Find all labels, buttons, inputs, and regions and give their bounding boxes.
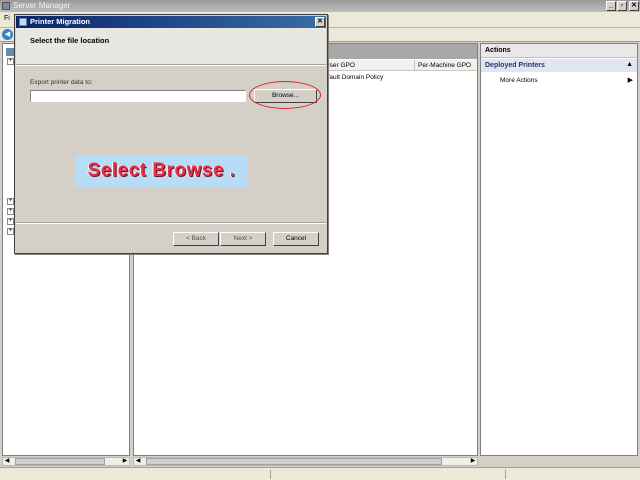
server-node-icon: [6, 48, 14, 56]
column-per-machine-gpo[interactable]: Per-Machine GPO: [418, 61, 471, 70]
window-titlebar: Server Manager _ ▫ ✕: [0, 0, 640, 12]
export-path-input[interactable]: [30, 90, 246, 102]
window-title: Server Manager: [13, 1, 71, 10]
divider: [16, 64, 326, 66]
minimize-button[interactable]: _: [606, 1, 616, 11]
actions-title: Actions: [485, 47, 511, 54]
highlight-ring: [249, 81, 321, 109]
scroll-left-icon[interactable]: ◀: [134, 458, 142, 465]
deployed-printers-section[interactable]: Deployed Printers ▲: [481, 59, 637, 72]
table-row[interactable]: efault Domain Policy: [324, 74, 383, 81]
status-divider: [270, 470, 271, 479]
instruction-callout: Select Browse .: [75, 155, 248, 187]
tree-expand-icon[interactable]: +: [7, 208, 14, 215]
next-button[interactable]: Next >: [220, 232, 266, 246]
results-scrollbar[interactable]: ◀ ▶: [133, 457, 478, 466]
more-actions-link[interactable]: More Actions: [500, 77, 538, 84]
tree-expand-icon[interactable]: +: [7, 198, 14, 205]
tree-expand-icon[interactable]: +: [7, 228, 14, 235]
status-divider: [505, 470, 506, 479]
back-button[interactable]: < Back: [173, 232, 219, 246]
actions-header: Actions: [481, 44, 637, 58]
cancel-button[interactable]: Cancel: [273, 232, 319, 246]
server-manager-icon: [2, 2, 10, 10]
maximize-button[interactable]: ▫: [617, 1, 627, 11]
tree-expand-icon[interactable]: +: [7, 218, 14, 225]
collapse-caret-icon[interactable]: ▲: [626, 61, 633, 68]
dialog-titlebar: Printer Migration ✕: [16, 16, 326, 28]
submenu-arrow-icon: ▶: [627, 77, 633, 84]
printer-icon: [19, 18, 27, 26]
tree-scrollbar[interactable]: ◀ ▶: [2, 457, 130, 466]
close-window-button[interactable]: ✕: [629, 1, 639, 11]
scroll-left-icon[interactable]: ◀: [3, 458, 11, 465]
tree-expand-icon[interactable]: +: [7, 58, 14, 65]
dialog-header: Select the file location: [16, 28, 326, 64]
printer-migration-dialog: Printer Migration ✕ Select the file loca…: [14, 14, 328, 254]
dialog-heading: Select the file location: [30, 36, 110, 45]
deployed-printers-label: Deployed Printers: [485, 62, 545, 69]
scroll-thumb[interactable]: [146, 458, 442, 465]
dialog-close-button[interactable]: ✕: [315, 17, 325, 27]
divider: [16, 222, 326, 224]
back-arrow-icon[interactable]: ◀: [2, 29, 13, 40]
export-path-label: Export printer data to:: [30, 79, 93, 86]
column-divider[interactable]: [414, 60, 415, 71]
instruction-text: Select Browse .: [87, 160, 236, 181]
scroll-right-icon[interactable]: ▶: [469, 458, 477, 465]
scroll-thumb[interactable]: [15, 458, 105, 465]
actions-pane: Actions Deployed Printers ▲ More Actions…: [480, 43, 638, 456]
status-bar: [0, 467, 640, 480]
dialog-title: Printer Migration: [30, 17, 91, 26]
menu-file[interactable]: Fi: [4, 15, 10, 22]
scroll-right-icon[interactable]: ▶: [121, 458, 129, 465]
